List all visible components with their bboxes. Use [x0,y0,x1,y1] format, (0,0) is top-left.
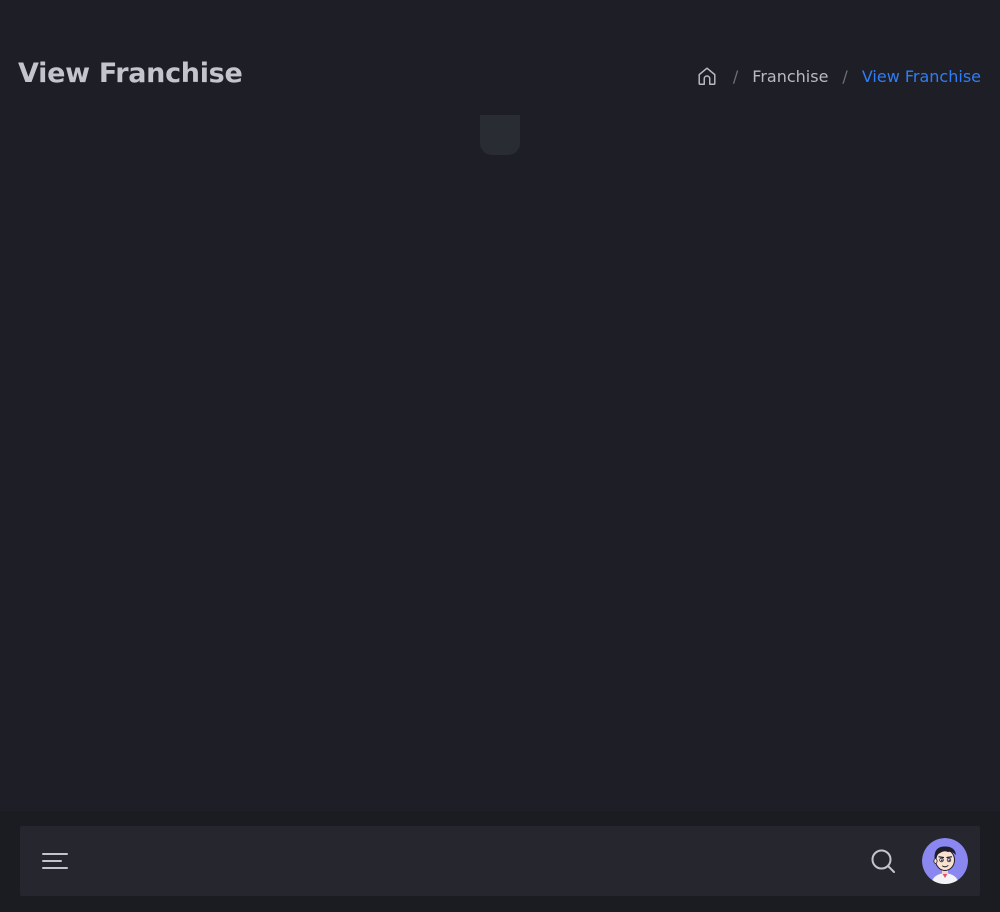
bottom-toolbar [20,826,980,896]
user-avatar[interactable] [922,838,968,884]
hamburger-menu-icon [42,853,68,869]
page: View Franchise / Franchise / View Franch… [0,0,1000,912]
breadcrumb: / Franchise / View Franchise [695,64,981,88]
search-button[interactable] [868,846,898,876]
breadcrumb-item-franchise[interactable]: Franchise [752,67,828,86]
loading-indicator [480,115,520,155]
breadcrumb-separator: / [842,66,848,86]
breadcrumb-separator: / [732,66,739,86]
search-icon [871,849,895,873]
home-icon [698,67,716,85]
breadcrumb-item-current: View Franchise [861,66,981,86]
avatar-image [922,838,968,884]
menu-toggle-button[interactable] [40,848,70,874]
page-title: View Franchise [18,58,243,89]
breadcrumb-home[interactable] [695,64,719,88]
